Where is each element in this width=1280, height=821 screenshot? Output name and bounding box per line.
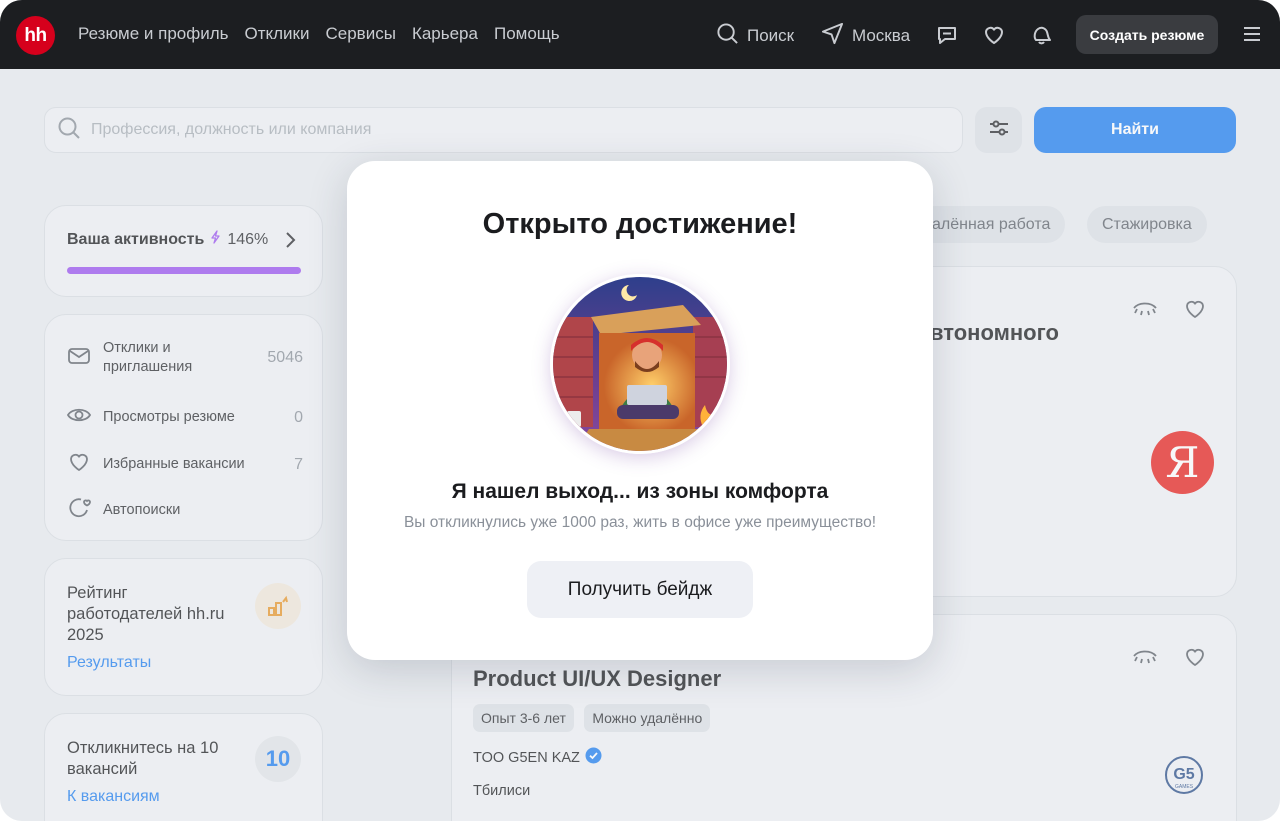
favorites-heart-icon[interactable]	[981, 22, 1007, 48]
nav-responses[interactable]: Отклики	[245, 24, 310, 44]
badge-glow	[547, 271, 733, 457]
top-header: hh Резюме и профиль Отклики Сервисы Карь…	[0, 0, 1280, 69]
get-badge-button[interactable]: Получить бейдж	[527, 561, 753, 618]
main-nav: Резюме и профиль Отклики Сервисы Карьера…	[78, 24, 560, 44]
nav-services[interactable]: Сервисы	[326, 24, 396, 44]
create-resume-button[interactable]: Создать резюме	[1076, 15, 1218, 54]
header-search-button[interactable]: Поиск	[716, 22, 794, 50]
app-frame: hh Резюме и профиль Отклики Сервисы Карь…	[0, 0, 1280, 821]
achievement-description: Вы откликнулись уже 1000 раз, жить в офи…	[403, 514, 877, 531]
nav-resume-profile[interactable]: Резюме и профиль	[78, 24, 229, 44]
menu-icon[interactable]	[1242, 24, 1262, 44]
modal-title: Открыто достижение!	[482, 208, 798, 240]
hh-logo[interactable]: hh	[16, 16, 55, 55]
city-selector[interactable]: Москва	[821, 22, 910, 50]
achievement-modal: Открыто достижение! Я нашел выход... из …	[347, 161, 933, 660]
notifications-bell-icon[interactable]	[1028, 22, 1054, 48]
chat-icon[interactable]	[934, 22, 960, 48]
achievement-badge-image	[550, 274, 730, 454]
nav-career[interactable]: Карьера	[412, 24, 478, 44]
location-arrow-icon	[821, 22, 844, 50]
city-label: Москва	[852, 26, 911, 45]
achievement-name: Я нашел выход... из зоны комфорта	[451, 480, 829, 503]
header-search-label: Поиск	[747, 26, 795, 45]
search-icon	[716, 22, 739, 50]
nav-help[interactable]: Помощь	[494, 24, 560, 44]
